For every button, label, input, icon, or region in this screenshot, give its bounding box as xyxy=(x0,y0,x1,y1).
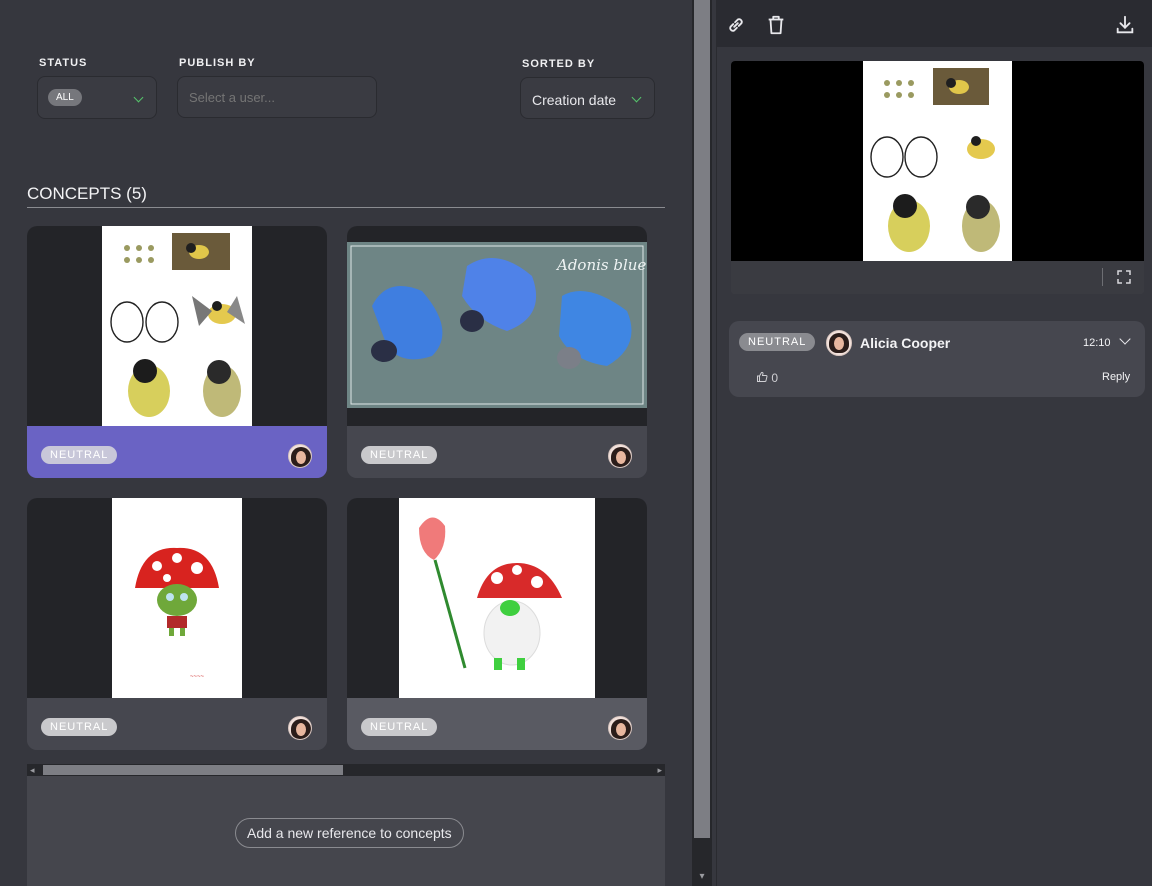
detail-panel: NEUTRAL Alicia Cooper 12:10 0 Reply xyxy=(716,0,1152,886)
sort-select[interactable]: Creation date xyxy=(520,77,655,119)
publish-filter-label: PUBLISH BY xyxy=(179,57,256,69)
fullscreen-icon[interactable] xyxy=(1117,270,1131,289)
concept-card[interactable]: Adonis blue NEUTRAL xyxy=(347,226,647,478)
section-divider xyxy=(27,207,665,208)
trash-icon[interactable] xyxy=(765,14,789,38)
reply-button[interactable]: Reply xyxy=(1102,371,1130,383)
comment-card: NEUTRAL Alicia Cooper 12:10 0 Reply xyxy=(729,321,1145,397)
mushroom-goblin-image: ~~~~ xyxy=(112,498,242,698)
horizontal-scrollbar[interactable]: ◂ ▸ xyxy=(27,764,665,776)
sort-select-value: Creation date xyxy=(532,92,617,108)
concept-card[interactable]: NEUTRAL xyxy=(27,226,327,478)
svg-text:~~~~: ~~~~ xyxy=(190,674,205,680)
avatar xyxy=(608,716,632,740)
scroll-right-icon[interactable]: ▸ xyxy=(657,764,662,776)
detail-toolbar xyxy=(717,0,1152,47)
comment-time: 12:10 xyxy=(1083,337,1111,349)
concept-thumbnail[interactable] xyxy=(347,498,647,698)
status-badge: NEUTRAL xyxy=(361,446,438,464)
status-filter-select[interactable]: ALL xyxy=(37,76,157,119)
status-filter-value: ALL xyxy=(48,89,82,106)
avatar xyxy=(288,716,312,740)
thumbs-up-icon xyxy=(757,371,768,382)
scroll-left-icon[interactable]: ◂ xyxy=(30,764,35,776)
avatar xyxy=(608,444,632,468)
concept-card-footer: NEUTRAL xyxy=(347,698,647,750)
control-divider xyxy=(1102,268,1103,286)
status-filter-label: STATUS xyxy=(39,57,88,69)
concepts-panel: STATUS ALL PUBLISH BY SORTED BY Creation… xyxy=(0,0,692,886)
concept-thumbnail[interactable]: Adonis blue xyxy=(347,226,647,426)
comment-author: Alicia Cooper xyxy=(860,335,951,351)
section-title: CONCEPTS (5) xyxy=(27,184,147,203)
avatar xyxy=(826,330,852,356)
like-button[interactable]: 0 xyxy=(756,371,778,385)
add-reference-button[interactable]: Add a new reference to concepts xyxy=(235,818,464,848)
avatar xyxy=(288,444,312,468)
sorted-by-label: SORTED BY xyxy=(522,58,596,70)
download-icon[interactable] xyxy=(1114,14,1138,38)
like-count: 0 xyxy=(771,371,779,385)
add-reference-area: Add a new reference to concepts xyxy=(27,776,665,886)
link-icon[interactable] xyxy=(725,14,749,38)
bird-sketch-image xyxy=(102,226,252,426)
caption-text: Adonis blue xyxy=(557,256,647,274)
concept-card[interactable]: NEUTRAL xyxy=(347,498,647,750)
publish-by-input[interactable] xyxy=(177,76,377,118)
concept-card-footer: NEUTRAL xyxy=(27,426,327,478)
status-badge: NEUTRAL xyxy=(739,333,816,351)
status-badge: NEUTRAL xyxy=(41,446,118,464)
vertical-scrollbar[interactable]: ▾ xyxy=(692,0,712,886)
preview-image-frame xyxy=(731,61,1144,261)
scroll-down-icon[interactable]: ▾ xyxy=(696,871,708,883)
concept-card-footer: NEUTRAL xyxy=(347,426,647,478)
concept-thumbnail[interactable]: ~~~~ xyxy=(27,498,327,698)
mushroom-gnome-image xyxy=(399,498,595,698)
chevron-down-icon xyxy=(133,92,144,103)
preview-controls xyxy=(731,261,1144,294)
chevron-down-icon xyxy=(631,92,642,103)
scrollbar-thumb[interactable] xyxy=(694,0,710,838)
bird-sketch-image xyxy=(863,61,1012,261)
concept-card[interactable]: ~~~~ NEUTRAL xyxy=(27,498,327,750)
status-badge: NEUTRAL xyxy=(361,718,438,736)
chevron-down-icon[interactable] xyxy=(1119,333,1131,345)
concept-card-footer: NEUTRAL xyxy=(27,698,327,750)
concept-thumbnail[interactable] xyxy=(27,226,327,426)
media-preview[interactable] xyxy=(731,61,1144,294)
status-badge: NEUTRAL xyxy=(41,718,118,736)
scrollbar-thumb[interactable] xyxy=(43,765,343,775)
